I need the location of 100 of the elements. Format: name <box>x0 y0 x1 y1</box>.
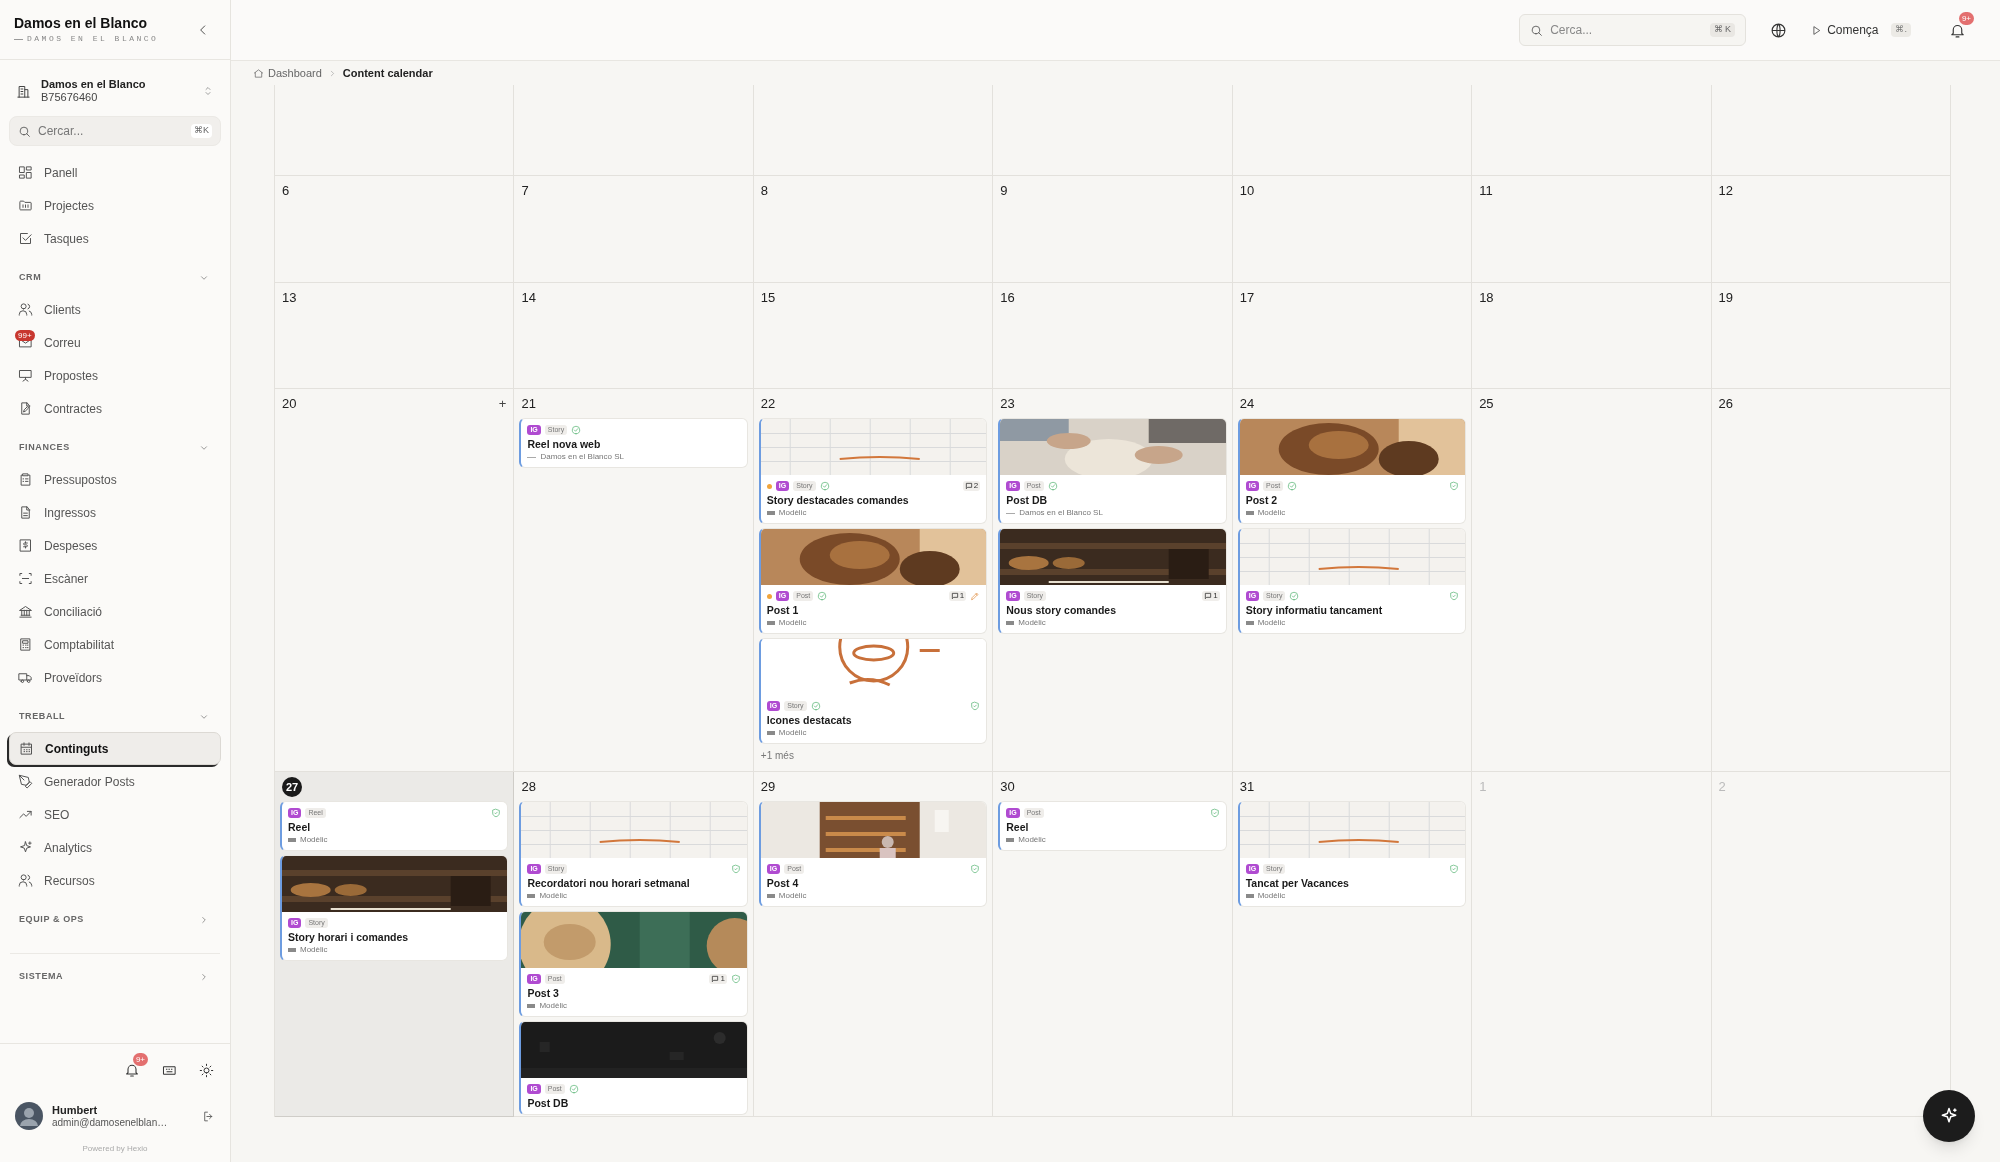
nav-item[interactable]: Projectes <box>9 189 221 222</box>
nav-item[interactable]: Panell <box>9 156 221 189</box>
client-logo-icon <box>288 948 296 952</box>
nav-item[interactable]: Pressupostos <box>9 463 221 496</box>
easel-icon <box>18 368 33 383</box>
theme-button[interactable] <box>199 1062 214 1078</box>
day-number: 22 <box>760 395 776 414</box>
nav-item[interactable]: Propostes <box>9 359 221 392</box>
search-field[interactable]: Cerca... ⌘ K <box>1519 14 1747 46</box>
day-number: 16 <box>1000 289 1015 308</box>
day-number: 29 <box>760 778 776 797</box>
post-title: Story informatiu tancament <box>1245 603 1384 617</box>
shield-check-icon <box>491 808 502 818</box>
nav-item[interactable]: Conciliació <box>9 595 221 628</box>
day-cell[interactable]: 16 <box>993 283 1233 389</box>
assistant-button[interactable] <box>1923 1090 1975 1142</box>
post-title: Story destacades comandes <box>766 493 910 507</box>
day-cell[interactable]: 13 <box>275 283 515 389</box>
nav-item[interactable]: Contractes <box>9 392 221 425</box>
nav-item[interactable]: Analytics <box>9 831 221 864</box>
day-number: 14 <box>521 289 536 308</box>
unread-badge: 99+ <box>15 330 35 341</box>
logout-button[interactable] <box>202 1109 215 1123</box>
day-cell[interactable]: 25 <box>1472 389 1712 772</box>
post-title: Post 4 <box>766 876 800 890</box>
day-number: 18 <box>1479 289 1494 308</box>
post-title: Reel <box>1006 820 1030 834</box>
day-number: 10 <box>1239 182 1255 201</box>
nav-item[interactable]: Ingressos <box>9 496 221 529</box>
post-title: Icones destacats <box>766 713 853 727</box>
client-logo-icon <box>1245 894 1254 898</box>
user-name: Humbert <box>52 1103 99 1117</box>
bell-icon <box>124 1062 140 1078</box>
client-logo-icon <box>1006 838 1015 842</box>
client-name: Modèlic <box>539 1000 567 1012</box>
day-number: 26 <box>1718 395 1734 414</box>
client-name: Modèlic <box>300 944 328 956</box>
section-header[interactable]: CRM <box>9 263 221 293</box>
section-header[interactable]: FINANCES <box>9 433 221 463</box>
start-button[interactable]: Comença ⌘. <box>1811 21 1911 39</box>
more-link[interactable]: +1 més <box>758 748 988 763</box>
day-number: 12 <box>1718 182 1734 201</box>
day-number: 11 <box>1479 182 1493 201</box>
shield-check-icon <box>1449 864 1460 874</box>
nav-item[interactable]: Escàner <box>9 562 221 595</box>
day-cell[interactable]: 9 <box>993 176 1233 283</box>
day-cell[interactable]: 8 <box>753 176 994 283</box>
day-cell[interactable]: 11 <box>1472 176 1712 283</box>
nav-item[interactable]: SEO <box>9 798 221 831</box>
post-title: Post 1 <box>766 603 800 617</box>
day-number: 7 <box>521 182 529 201</box>
updown-icon <box>202 85 214 97</box>
section-header[interactable]: EQUIP & OPS <box>9 905 221 935</box>
nav-item[interactable]: Proveïdors <box>9 661 221 694</box>
avatar <box>15 1102 43 1130</box>
day-number: 9 <box>1000 182 1008 201</box>
notification-badge: 9+ <box>132 1053 148 1066</box>
day-cell[interactable]: 12 <box>1711 176 1951 283</box>
nav-item[interactable]: Clients <box>9 293 221 326</box>
day-cell[interactable]: 15 <box>753 283 994 389</box>
day-cell[interactable]: 6 <box>275 176 515 283</box>
nav-item[interactable]: Recursos <box>9 864 221 897</box>
section-header[interactable]: TREBALL <box>9 702 221 732</box>
day-cell[interactable]: 14 <box>514 283 754 389</box>
day-number: 2 <box>1718 778 1726 797</box>
nav-item[interactable]: Tasques <box>9 222 221 255</box>
client-logo-icon <box>527 1004 536 1008</box>
day-number: 19 <box>1718 289 1734 308</box>
section-header[interactable]: SISTEMA <box>9 962 221 992</box>
day-cell[interactable]: 7 <box>514 176 754 283</box>
day-cell[interactable]: 10 <box>1232 176 1473 283</box>
nav-item[interactable]: 99+ Correu <box>9 326 221 359</box>
day-number: 17 <box>1239 289 1255 308</box>
truck-icon <box>18 670 33 685</box>
chevron-down-icon <box>199 273 209 283</box>
grid-icon <box>18 165 33 180</box>
nav-item[interactable]: Despeses <box>9 529 221 562</box>
day-cell[interactable]: 19 <box>1711 283 1951 389</box>
pencil-icon <box>970 591 981 601</box>
breadcrumb-link[interactable]: Dashboard <box>253 64 322 82</box>
day-number: 15 <box>760 289 776 308</box>
day-number: 1 <box>1479 778 1487 797</box>
day-number: 13 <box>282 289 297 308</box>
day-cell[interactable]: 18 <box>1472 283 1712 389</box>
add-post-button[interactable]: + <box>498 394 507 414</box>
nav-item[interactable]: Comptabilitat <box>9 628 221 661</box>
day-cell[interactable]: 17 <box>1232 283 1473 389</box>
day-cell[interactable]: 26 <box>1711 389 1951 772</box>
breadcrumb-link[interactable]: Content calendar <box>342 64 433 82</box>
client-name: Modèlic <box>778 890 807 902</box>
search-field[interactable]: Cercar... ⌘K <box>9 116 221 146</box>
calendar-icon <box>19 741 34 756</box>
nav-item[interactable]: Generador Posts <box>9 765 221 798</box>
language-button[interactable] <box>1770 21 1788 39</box>
organization-switcher[interactable]: Damos en el Blanco B75676460 <box>16 78 214 104</box>
day-number: 24 <box>1239 395 1255 414</box>
client-name: Modèlic <box>778 617 807 629</box>
nav-item[interactable]: Continguts <box>9 732 221 765</box>
people-icon <box>18 873 33 888</box>
day-number: 6 <box>282 182 290 201</box>
